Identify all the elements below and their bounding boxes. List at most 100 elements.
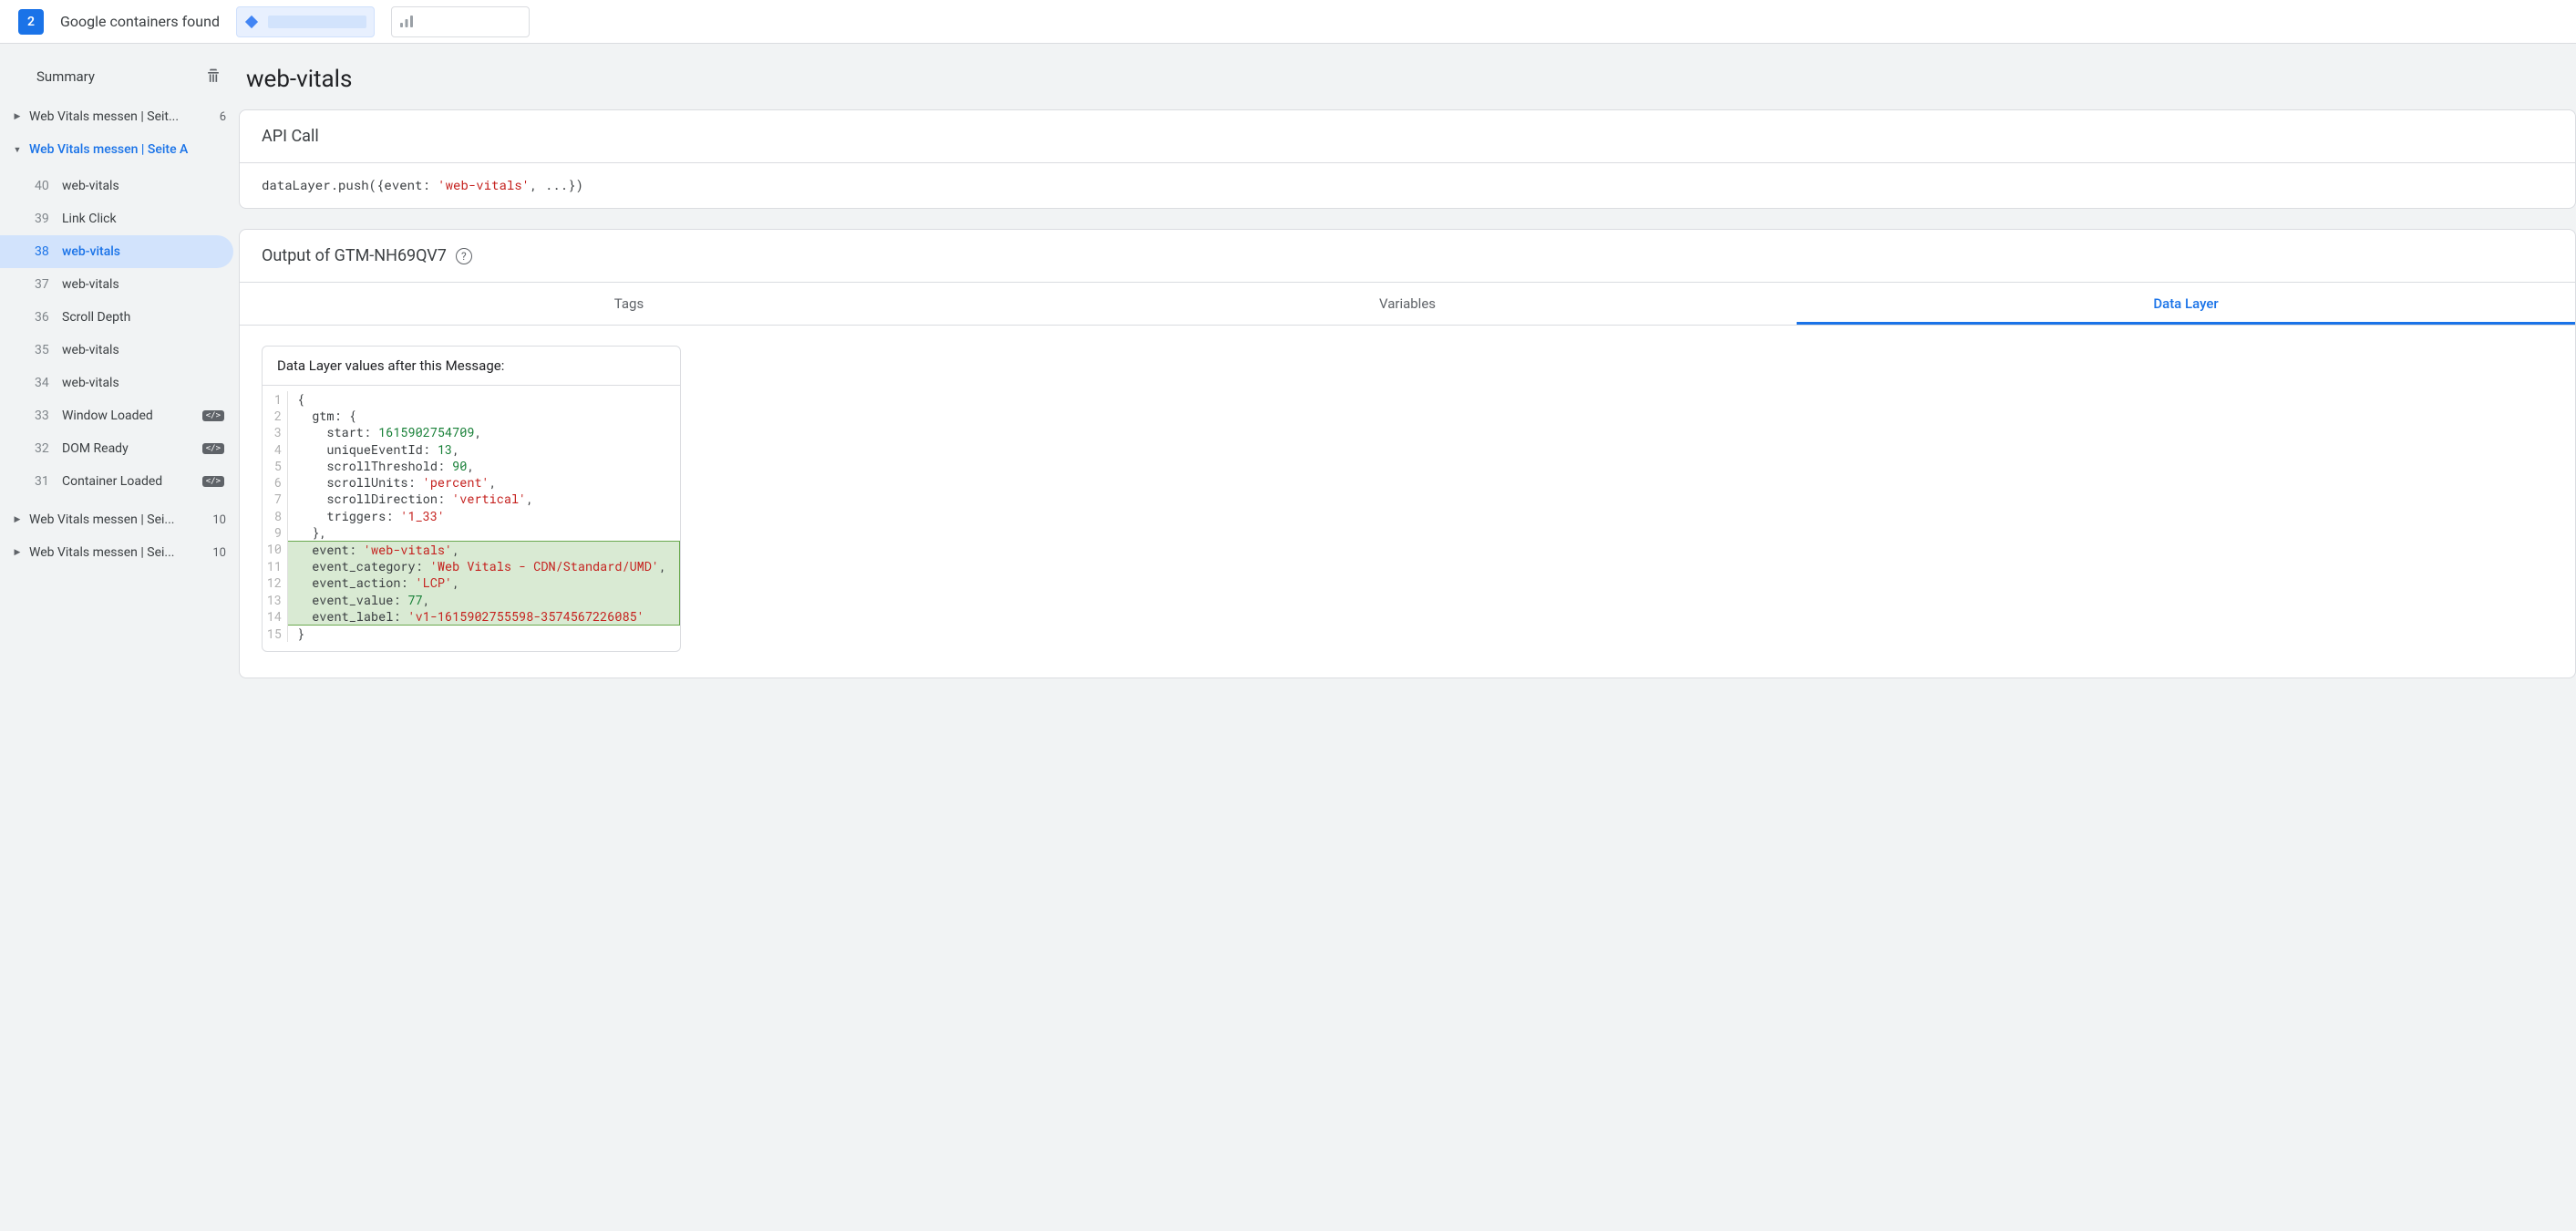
event-name: Link Click	[62, 212, 224, 226]
code-line: scrollDirection: 'vertical',	[288, 491, 680, 507]
api-call-code: dataLayer.push({event: 'web-vitals', ...…	[262, 176, 2553, 193]
sidebar-group-label: Web Vitals messen | Seit...	[29, 109, 212, 124]
code-chip-icon: </>	[202, 443, 224, 454]
line-number: 4	[263, 441, 288, 458]
main-panel: web-vitals API Call dataLayer.push({even…	[239, 44, 2576, 1231]
line-number: 6	[263, 474, 288, 491]
sidebar-group-count: 6	[220, 110, 226, 124]
line-number: 13	[263, 592, 288, 608]
output-tabs: TagsVariablesData Layer	[240, 283, 2575, 326]
sidebar: Summary ▶ Web Vitals messen | Seit... 6 ▼ We…	[0, 44, 239, 1231]
event-number: 35	[35, 343, 53, 357]
code-line: }	[288, 626, 680, 642]
line-number: 9	[263, 524, 288, 541]
sidebar-group-count: 10	[212, 513, 226, 527]
caret-down-icon: ▼	[13, 145, 22, 155]
line-number: 11	[263, 558, 288, 574]
summary-row[interactable]: Summary	[0, 53, 239, 100]
container-chip-analytics-body	[423, 16, 521, 28]
data-layer-code: 1{2 gtm: {3 start: 1615902754709,4 uniqu…	[263, 386, 680, 651]
event-name: DOM Ready	[62, 441, 193, 456]
sidebar-event[interactable]: 37 web-vitals	[0, 268, 239, 301]
sidebar-group-count: 10	[212, 546, 226, 560]
line-number: 3	[263, 424, 288, 440]
sidebar-event[interactable]: 36Scroll Depth	[0, 301, 239, 334]
code-chip-icon: </>	[202, 476, 224, 487]
container-count-badge: 2	[18, 9, 44, 35]
containers-found-text: Google containers found	[60, 13, 220, 30]
api-call-title: API Call	[240, 110, 2575, 163]
event-name: web-vitals	[62, 244, 219, 259]
summary-label: Summary	[36, 68, 95, 85]
code-line: gtm: {	[288, 408, 680, 424]
caret-right-icon: ▶	[13, 548, 22, 557]
event-name: web-vitals	[62, 376, 224, 390]
sidebar-group[interactable]: ▶ Web Vitals messen | Sei... 10	[0, 503, 239, 536]
sidebar-event[interactable]: 38 web-vitals	[0, 235, 233, 268]
help-icon[interactable]: ?	[456, 248, 472, 264]
code-line: start: 1615902754709,	[288, 424, 680, 440]
sidebar-event[interactable]: 32 DOM Ready </>	[0, 432, 239, 465]
line-number: 2	[263, 408, 288, 424]
tab-variables[interactable]: Variables	[1018, 283, 1797, 325]
sidebar-group[interactable]: ▼ Web Vitals messen | Seite A	[0, 133, 239, 166]
page-title: web-vitals	[242, 66, 2576, 109]
event-number: 38	[35, 244, 53, 259]
output-card-title: Output of GTM-NH69QV7 ?	[240, 230, 2575, 283]
code-line: uniqueEventId: 13,	[288, 441, 680, 458]
code-line: event_action: 'LCP',	[288, 574, 680, 591]
gtm-diamond-icon	[242, 13, 261, 31]
sidebar-group[interactable]: ▶ Web Vitals messen | Sei... 10	[0, 536, 239, 569]
event-name: Container Loaded	[62, 474, 193, 489]
sidebar-event[interactable]: 35 web-vitals	[0, 334, 239, 367]
sidebar-event[interactable]: 33 Window Loaded </>	[0, 399, 239, 432]
event-number: 32	[35, 441, 53, 456]
tab-data-layer[interactable]: Data Layer	[1797, 283, 2575, 325]
api-call-card: API Call dataLayer.push({event: 'web-vit…	[239, 109, 2576, 209]
code-line: {	[288, 391, 680, 408]
line-number: 1	[263, 391, 288, 408]
sidebar-group-label: Web Vitals messen | Sei...	[29, 545, 205, 560]
event-number: 39	[35, 212, 53, 226]
sidebar-event[interactable]: 31 Container Loaded </>	[0, 465, 239, 498]
event-number: 31	[35, 474, 53, 489]
event-name: Window Loaded	[62, 409, 193, 423]
container-chip-gtm[interactable]	[236, 6, 375, 37]
sidebar-group[interactable]: ▶Web Vitals messen | Seit...6	[0, 100, 239, 133]
code-line: event: 'web-vitals',	[288, 541, 680, 558]
output-card: Output of GTM-NH69QV7 ? TagsVariablesDat…	[239, 229, 2576, 678]
code-line: event_category: 'Web Vitals - CDN/Standa…	[288, 558, 680, 574]
event-name: web-vitals	[62, 277, 224, 292]
line-number: 8	[263, 508, 288, 524]
event-number: 34	[35, 376, 53, 390]
caret-right-icon: ▶	[13, 515, 22, 524]
code-line: triggers: '1_33'	[288, 508, 680, 524]
event-name: Scroll Depth	[62, 310, 224, 325]
tab-tags[interactable]: Tags	[240, 283, 1018, 325]
analytics-bars-icon	[397, 13, 416, 31]
code-line: },	[288, 524, 680, 541]
data-layer-box: Data Layer values after this Message: 1{…	[262, 346, 681, 652]
container-chip-gtm-body	[268, 16, 366, 28]
event-name: web-vitals	[62, 179, 224, 193]
line-number: 15	[263, 626, 288, 642]
event-number: 37	[35, 277, 53, 292]
event-name: web-vitals	[62, 343, 224, 357]
sidebar-event[interactable]: 40web-vitals	[0, 170, 239, 202]
clear-icon[interactable]	[204, 67, 222, 86]
sidebar-group-label: Web Vitals messen | Seite A	[29, 142, 219, 157]
line-number: 10	[263, 541, 288, 558]
code-line: scrollThreshold: 90,	[288, 458, 680, 474]
line-number: 7	[263, 491, 288, 507]
line-number: 5	[263, 458, 288, 474]
code-chip-icon: </>	[202, 410, 224, 421]
line-number: 14	[263, 608, 288, 626]
sidebar-group-label: Web Vitals messen | Sei...	[29, 512, 205, 527]
event-number: 33	[35, 409, 53, 423]
sidebar-event[interactable]: 39 Link Click	[0, 202, 239, 235]
top-bar: 2 Google containers found	[0, 0, 2576, 44]
code-line: event_label: 'v1-1615902755598-357456722…	[288, 608, 680, 626]
container-chip-analytics[interactable]	[391, 6, 530, 37]
line-number: 12	[263, 574, 288, 591]
sidebar-event[interactable]: 34 web-vitals	[0, 367, 239, 399]
